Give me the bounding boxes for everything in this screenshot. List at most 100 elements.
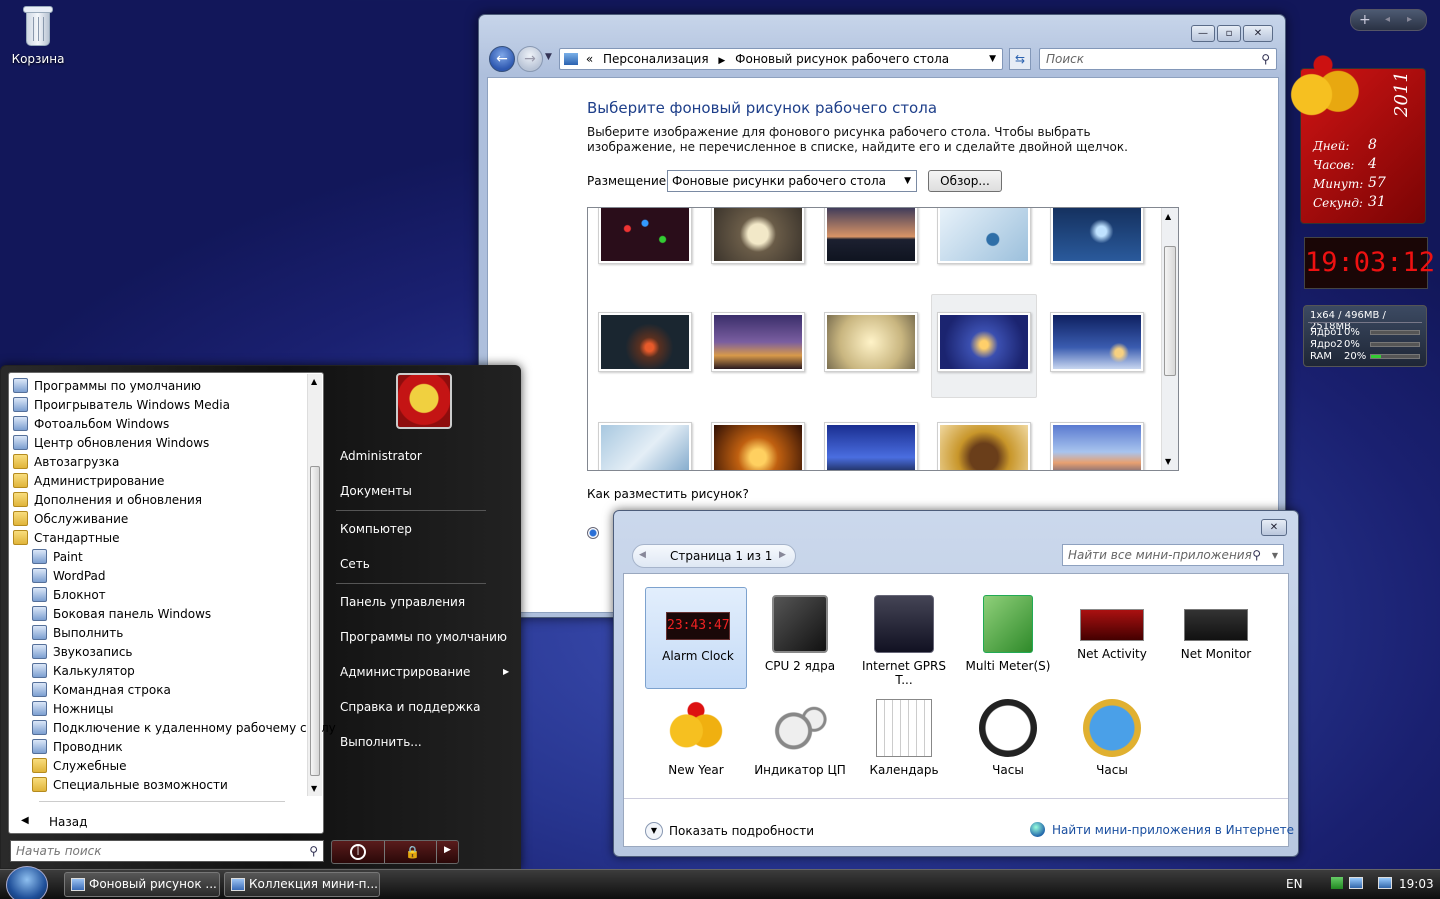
wallpaper-thumb[interactable]	[824, 208, 918, 264]
language-indicator[interactable]: EN	[1286, 877, 1303, 891]
back-arrow-icon[interactable]: ←	[489, 46, 515, 72]
gadget-net-activity[interactable]: Net Activity	[1061, 587, 1163, 689]
gadget-alarm-clock[interactable]: 23:43:47 Alarm Clock	[645, 587, 747, 689]
gadget-cpu-meter[interactable]: Индикатор ЦП	[749, 691, 851, 793]
details-expand-icon[interactable]: ▼	[645, 822, 663, 840]
start-control-panel[interactable]: Панель управления	[340, 595, 465, 609]
wallpaper-thumb[interactable]	[937, 208, 1031, 264]
chevron-down-icon[interactable]: ▼	[1272, 546, 1278, 566]
minimize-button[interactable]: —	[1191, 25, 1215, 42]
next-icon[interactable]: ▸	[1407, 11, 1412, 29]
gadget-search-input[interactable]: Найти все мини-приложения ⚲ ▼	[1062, 544, 1284, 566]
gadget-clock-blue[interactable]: Часы	[1061, 691, 1163, 793]
add-gadget-icon[interactable]: +	[1359, 11, 1371, 29]
digital-clock-widget[interactable]: 19:03:12	[1304, 237, 1435, 289]
program-item[interactable]: Звукозапись	[32, 643, 133, 661]
gadget-new-year[interactable]: New Year	[645, 691, 747, 793]
close-button[interactable]: ✕	[1243, 25, 1273, 42]
address-bar[interactable]: « Персонализация ▶ Фоновый рисунок рабоч…	[559, 48, 1003, 70]
program-item[interactable]: Ножницы	[32, 700, 113, 718]
tray-clock[interactable]: 19:03	[1399, 877, 1434, 891]
forward-arrow-icon[interactable]: →	[517, 46, 543, 72]
program-item[interactable]: Автозагрузка	[13, 453, 119, 471]
power-menu-arrow-icon[interactable]: ▶	[444, 845, 451, 855]
maximize-button[interactable]: ▫	[1217, 25, 1241, 42]
program-item[interactable]: Проводник	[32, 738, 123, 756]
recycle-bin[interactable]: Корзина	[8, 2, 68, 72]
program-item[interactable]: Дополнения и обновления	[13, 491, 202, 509]
gadget-internet-gprs[interactable]: Internet GPRS T...	[853, 587, 955, 689]
network-icon[interactable]	[1331, 877, 1343, 889]
start-network[interactable]: Сеть	[340, 557, 370, 571]
task-wallpaper[interactable]: Фоновый рисунок ...	[64, 872, 220, 897]
wallpaper-thumb[interactable]	[937, 422, 1031, 470]
search-input[interactable]: Поиск ⚲	[1039, 48, 1277, 70]
program-item[interactable]: Боковая панель Windows	[32, 605, 211, 623]
program-item[interactable]: Командная строка	[32, 681, 171, 699]
wallpaper-thumb[interactable]	[711, 422, 805, 470]
start-run[interactable]: Выполнить...	[340, 735, 422, 749]
wallpaper-thumb[interactable]	[1050, 208, 1144, 264]
program-item[interactable]: Калькулятор	[32, 662, 135, 680]
refresh-icon[interactable]: ⇆	[1009, 48, 1031, 70]
gadget-net-monitor[interactable]: Net Monitor	[1165, 587, 1267, 689]
next-page-icon[interactable]: ▶	[779, 550, 786, 560]
address-dropdown-icon[interactable]: ▼	[989, 49, 996, 69]
display-icon[interactable]	[1378, 877, 1392, 889]
start-computer[interactable]: Компьютер	[340, 522, 412, 536]
browse-button[interactable]: Обзор...	[928, 170, 1002, 192]
start-admin[interactable]: Администрирование	[340, 665, 470, 679]
gadget-multi-meter[interactable]: Multi Meter(S)	[957, 587, 1059, 689]
show-details-link[interactable]: Показать подробности	[669, 824, 814, 838]
recent-pages-dropdown[interactable]: ▼	[545, 52, 552, 62]
gadget-calendar[interactable]: Календарь	[853, 691, 955, 793]
wallpaper-thumb-selected[interactable]	[937, 312, 1031, 372]
gadget-cpu[interactable]: CPU 2 ядра	[749, 587, 851, 689]
program-item[interactable]: Служебные	[32, 757, 126, 775]
program-item[interactable]: Блокнот	[32, 586, 106, 604]
program-item[interactable]: Стандартные	[13, 529, 120, 547]
scroll-thumb[interactable]	[1164, 246, 1176, 376]
program-item[interactable]: Центр обновления Windows	[13, 434, 209, 452]
start-default-programs[interactable]: Программы по умолчанию	[340, 630, 507, 644]
wallpaper-thumb[interactable]	[598, 208, 692, 264]
location-select[interactable]: Фоновые рисунки рабочего стола ▼	[667, 170, 917, 192]
start-search-input[interactable]: Начать поиск ⚲	[10, 840, 324, 862]
program-item[interactable]: WordPad	[32, 567, 106, 585]
wallpaper-thumb[interactable]	[824, 422, 918, 470]
task-gadgets[interactable]: Коллекция мини-п...	[224, 872, 380, 897]
program-item[interactable]: Фотоальбом Windows	[13, 415, 169, 433]
program-item[interactable]: Paint	[32, 548, 83, 566]
close-button[interactable]: ✕	[1261, 519, 1287, 536]
start-help[interactable]: Справка и поддержка	[340, 700, 481, 714]
breadcrumb-personalization[interactable]: Персонализация	[603, 52, 709, 66]
wallpaper-thumb[interactable]	[824, 312, 918, 372]
lock-icon[interactable]: 🔒	[405, 845, 420, 859]
wallpaper-thumb[interactable]	[711, 312, 805, 372]
program-item[interactable]: Обслуживание	[13, 510, 128, 528]
program-item[interactable]: Администрирование	[13, 472, 164, 490]
program-item[interactable]: Подключение к удаленному рабочему столу	[32, 719, 336, 737]
wallpaper-thumb[interactable]	[1050, 312, 1144, 372]
action-center-icon[interactable]	[1349, 877, 1363, 889]
programs-scrollbar[interactable]: ▲ ▼	[307, 374, 322, 796]
start-orb-icon[interactable]	[6, 866, 48, 899]
program-item[interactable]: Программы по умолчанию	[13, 377, 201, 395]
breadcrumb-wallpaper[interactable]: Фоновый рисунок рабочего стола	[735, 52, 949, 66]
power-icon[interactable]: |	[350, 844, 366, 860]
wallpaper-thumb[interactable]	[598, 422, 692, 470]
online-gadgets-link[interactable]: Найти мини-приложения в Интернете	[1052, 823, 1294, 837]
program-item[interactable]: Выполнить	[32, 624, 123, 642]
sidebar-controls[interactable]: + ◂ ▸	[1350, 9, 1427, 31]
system-monitor-widget[interactable]: 1x64 / 496MB / 2518MB Ядро1 0% Ядро2 0% RAM 2…	[1303, 305, 1427, 367]
prev-page-icon[interactable]: ◀	[639, 550, 646, 560]
start-documents[interactable]: Документы	[340, 484, 412, 498]
program-item[interactable]: Проигрыватель Windows Media	[13, 396, 230, 414]
position-radio[interactable]	[587, 527, 599, 539]
gadget-clock[interactable]: Часы	[957, 691, 1059, 793]
wallpaper-thumb[interactable]	[1050, 422, 1144, 470]
new-year-countdown-widget[interactable]: 2011 Дней: 8 Часов: 4 Минут: 57 Секунд: 31	[1285, 55, 1426, 224]
program-item[interactable]: Специальные возможности	[32, 776, 228, 794]
wallpaper-thumb[interactable]	[711, 208, 805, 264]
avatar[interactable]	[396, 373, 452, 429]
